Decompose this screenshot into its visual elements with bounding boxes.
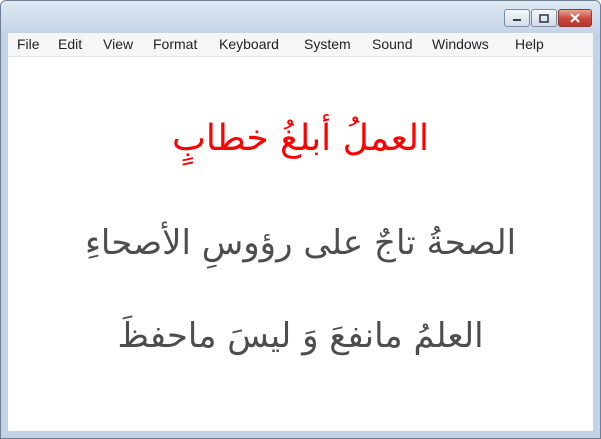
menu-help[interactable]: Help [515, 36, 544, 53]
window-controls [504, 9, 592, 27]
verse-line-2: الصحةُ تاجٌ على رؤوسِ الأصحاءِ [84, 223, 517, 263]
menu-system[interactable]: System [304, 36, 351, 53]
title-bar[interactable] [1, 1, 600, 33]
maximize-icon [539, 13, 549, 23]
app-window: File Edit View Format Keyboard System So… [0, 0, 601, 439]
menu-edit[interactable]: Edit [58, 36, 82, 53]
minimize-icon [513, 19, 521, 21]
close-button[interactable] [558, 9, 592, 27]
minimize-button[interactable] [504, 9, 530, 27]
menu-sound[interactable]: Sound [372, 36, 412, 53]
verse-line-1: العملُ أبلغُ خطابٍ [171, 118, 430, 159]
text-area[interactable]: العملُ أبلغُ خطابٍ الصحةُ تاجٌ على رؤوسِ… [8, 57, 593, 431]
verse-line-3: العلمُ مانفعَ وَ ليسَ ماحفظَ [117, 316, 484, 356]
menu-view[interactable]: View [103, 36, 133, 53]
menu-windows[interactable]: Windows [432, 36, 489, 53]
menu-file[interactable]: File [17, 36, 40, 53]
close-icon [570, 13, 580, 23]
menu-bar: File Edit View Format Keyboard System So… [8, 33, 593, 57]
menu-format[interactable]: Format [153, 36, 197, 53]
maximize-button[interactable] [531, 9, 557, 27]
menu-keyboard[interactable]: Keyboard [219, 36, 279, 53]
